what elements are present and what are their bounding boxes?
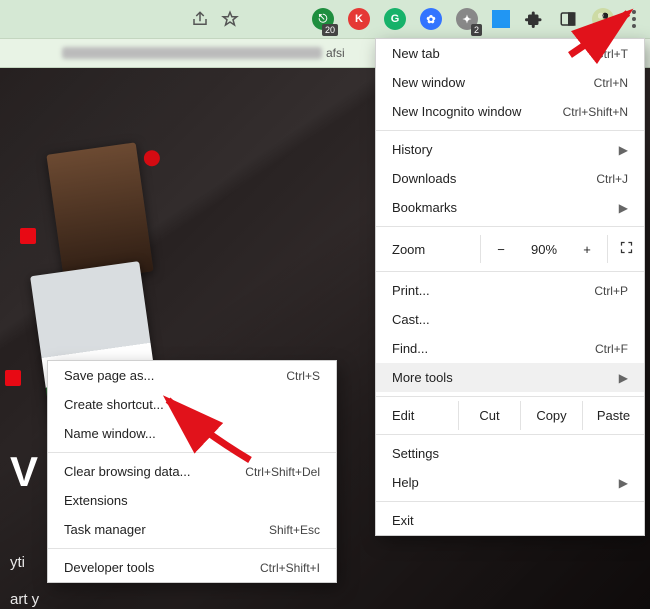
menu-history[interactable]: History▶ (376, 135, 644, 164)
extension-badge: 20 (322, 24, 338, 36)
extensions-puzzle-icon[interactable] (524, 9, 544, 29)
menu-zoom-row: Zoom − 90% + (376, 231, 644, 267)
fullscreen-button[interactable] (608, 240, 644, 258)
submenu-clear-browsing-data[interactable]: Clear browsing data...Ctrl+Shift+Del (48, 457, 336, 486)
menu-incognito[interactable]: New Incognito windowCtrl+Shift+N (376, 97, 644, 126)
chevron-right-icon: ▶ (619, 476, 628, 490)
menu-settings[interactable]: Settings (376, 439, 644, 468)
submenu-extensions[interactable]: Extensions (48, 486, 336, 515)
extension-adblock[interactable]: ⎋ 20 (312, 8, 334, 30)
hero-line-1: yti (10, 554, 39, 571)
submenu-name-window[interactable]: Name window... (48, 419, 336, 448)
menu-edit-row: Edit Cut Copy Paste (376, 401, 644, 430)
zoom-percent: 90% (521, 242, 567, 257)
submenu-developer-tools[interactable]: Developer toolsCtrl+Shift+I (48, 553, 336, 582)
menu-downloads[interactable]: DownloadsCtrl+J (376, 164, 644, 193)
menu-find[interactable]: Find...Ctrl+F (376, 334, 644, 363)
menu-exit[interactable]: Exit (376, 506, 644, 535)
submenu-create-shortcut[interactable]: Create shortcut... (48, 390, 336, 419)
menu-new-window[interactable]: New windowCtrl+N (376, 68, 644, 97)
menu-more-tools[interactable]: More tools▶ (376, 363, 644, 392)
url-obscured (62, 47, 322, 59)
submenu-task-manager[interactable]: Task managerShift+Esc (48, 515, 336, 544)
zoom-label: Zoom (392, 242, 480, 257)
chevron-right-icon: ▶ (619, 201, 628, 215)
menu-cast[interactable]: Cast... (376, 305, 644, 334)
chevron-right-icon: ▶ (619, 371, 628, 385)
extension-k-icon[interactable]: K (348, 8, 370, 30)
copy-button[interactable]: Copy (520, 401, 582, 430)
cut-button[interactable]: Cut (458, 401, 520, 430)
paste-button[interactable]: Paste (582, 401, 644, 430)
chrome-menu-button[interactable] (628, 6, 640, 32)
menu-print[interactable]: Print...Ctrl+P (376, 276, 644, 305)
browser-toolbar: ⎋ 20 K G ✿ ✦ 2 (0, 0, 650, 38)
extension-grey[interactable]: ✦ 2 (456, 8, 478, 30)
extension-square-blue[interactable] (492, 10, 510, 28)
extension-grammarly-icon[interactable]: G (384, 8, 406, 30)
url-suffix: afsi (326, 46, 345, 60)
zoom-in-button[interactable]: + (567, 236, 607, 263)
submenu-save-page-as[interactable]: Save page as...Ctrl+S (48, 361, 336, 390)
share-icon[interactable] (190, 9, 210, 29)
edit-label: Edit (376, 401, 458, 430)
extension-badge-2: 2 (471, 24, 482, 36)
sidepanel-icon[interactable] (558, 9, 578, 29)
extension-blue-icon[interactable]: ✿ (420, 8, 442, 30)
star-icon[interactable] (220, 9, 240, 29)
netflix-badge-icon (20, 228, 36, 244)
zoom-out-button[interactable]: − (481, 236, 521, 263)
menu-bookmarks[interactable]: Bookmarks▶ (376, 193, 644, 222)
netflix-badge-icon (5, 370, 21, 386)
menu-new-tab[interactable]: New tabCtrl+T (376, 39, 644, 68)
more-tools-submenu: Save page as...Ctrl+S Create shortcut...… (47, 360, 337, 583)
hero-title-fragment: V (10, 448, 39, 496)
menu-help[interactable]: Help▶ (376, 468, 644, 497)
profile-avatar[interactable] (592, 8, 614, 30)
chrome-main-menu: New tabCtrl+T New windowCtrl+N New Incog… (375, 38, 645, 536)
chevron-right-icon: ▶ (619, 143, 628, 157)
hero-line-2: art y (10, 591, 39, 608)
